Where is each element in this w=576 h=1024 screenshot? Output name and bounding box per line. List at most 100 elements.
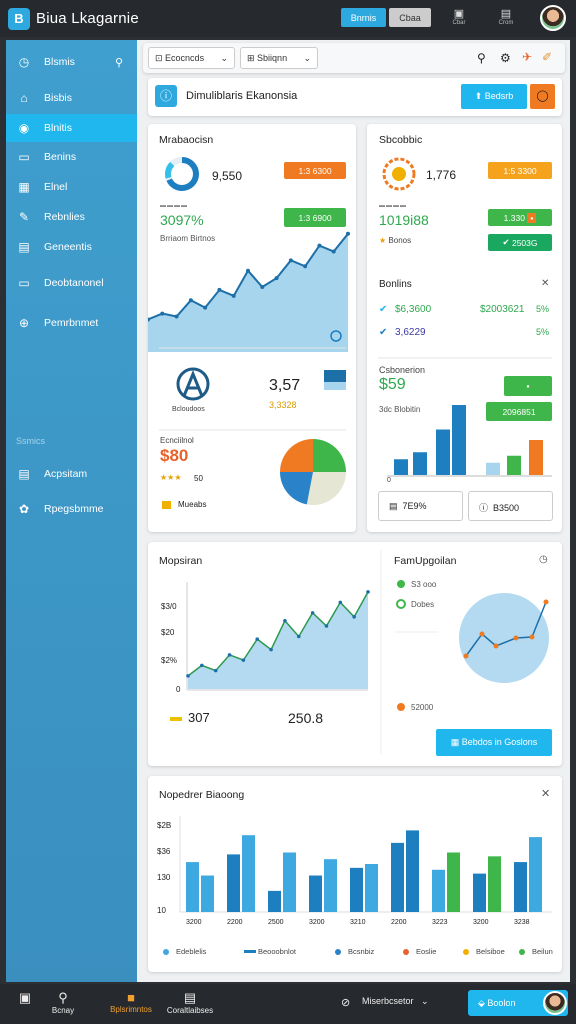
gear-icon: ✿ xyxy=(18,502,30,516)
bottom-item-search[interactable]: ⚲ Bcnay xyxy=(38,990,88,1015)
clock-icon: ◷ xyxy=(18,55,30,69)
legend-label: Edeblelis xyxy=(176,947,207,956)
grid-icon: ▤ xyxy=(18,240,30,254)
gear-icon[interactable]: ⚙ xyxy=(500,51,511,65)
logo-sub: 3,3328 xyxy=(269,400,297,410)
metric-pill-green[interactable]: 1:3 6900 xyxy=(284,208,346,227)
sidebar-item-label: Benins xyxy=(44,151,77,163)
record-icon[interactable]: ◯ xyxy=(530,84,555,109)
filter-dropdown-1[interactable]: ⊡ Ecocncds ⌄ xyxy=(148,47,235,69)
main-content: ⊡ Ecocncds ⌄ ⊞ Sbiiqnn ⌄ ⚲ ⚙ ✈ ✐ ⓘ Dimulib… xyxy=(137,40,570,982)
sidebar-item-label: Pemrbnmet xyxy=(44,317,99,329)
sidebar-item-4[interactable]: ▭ Benins xyxy=(6,143,137,171)
data-point xyxy=(352,615,356,619)
data-point xyxy=(310,611,315,615)
search-icon[interactable]: ⚲ xyxy=(115,56,123,69)
y-tick: 0 xyxy=(176,685,181,694)
metric-caption: ▬▬▬▬ xyxy=(160,203,188,209)
x-tick: 2500 xyxy=(268,919,284,926)
metric-pill-green[interactable]: 1.330 ▪ xyxy=(488,209,552,226)
legend-label: Beilun xyxy=(532,947,553,956)
close-icon[interactable]: ✕ xyxy=(541,278,549,289)
bar xyxy=(201,875,214,912)
bar xyxy=(514,862,527,912)
calendar-icon-label: Crom xyxy=(498,20,514,26)
data-point xyxy=(200,663,204,668)
bottom-item-active[interactable]: ■ Bplsrimntos xyxy=(106,990,156,1014)
bottom-item-table[interactable]: ▤ Coraltlaibses xyxy=(160,990,220,1015)
bar xyxy=(309,875,322,912)
legend-swatch xyxy=(463,949,469,955)
legend-swatch xyxy=(170,717,182,721)
stat-pill[interactable]: 2096851 xyxy=(486,402,552,421)
clock-icon[interactable]: ◷ xyxy=(539,554,548,565)
check-icon: ✔ xyxy=(502,237,512,247)
filter-label: Sbiiqnn xyxy=(257,53,288,63)
rocket-icon[interactable]: ✈ xyxy=(522,50,532,64)
user-avatar[interactable] xyxy=(543,991,567,1015)
legend-label: Bcsnbiz xyxy=(348,947,375,956)
monitor-icon: ▭ xyxy=(18,276,30,290)
trend-area-chart xyxy=(186,590,370,689)
data-point xyxy=(188,298,193,303)
topbar-primary-button[interactable]: Bnrnis xyxy=(341,8,386,27)
bar xyxy=(507,455,521,475)
legend-swatch xyxy=(335,949,341,955)
pie-slice xyxy=(313,439,346,472)
data-point xyxy=(338,600,343,605)
topbar-secondary-button[interactable]: Cbaa xyxy=(389,8,431,27)
metric-pill-teal[interactable]: ✔ 2503G xyxy=(488,234,552,251)
sidebar: ◷ Blsmis ⚲ ⌂ Bisbis ◉ Blnitis ▭ Benins ▦ Elnel… xyxy=(6,40,137,982)
sidebar-section-label: Ssmics xyxy=(16,436,45,446)
sidebar-item-5[interactable]: ▦ Elnel xyxy=(6,173,137,201)
search-icon[interactable]: ⚲ xyxy=(477,51,486,65)
sidebar-item-1[interactable]: ◷ Blsmis ⚲ xyxy=(6,48,137,76)
metric-pill-orange[interactable]: 1:5 3300 xyxy=(488,162,552,179)
check-circle-icon: ✔ xyxy=(379,327,388,338)
search-icon: ⚲ xyxy=(58,990,68,1005)
app-logo[interactable]: B xyxy=(8,7,30,30)
tool-icon: ✎ xyxy=(18,210,30,224)
sidebar-item-2[interactable]: ⌂ Bisbis xyxy=(6,84,137,112)
bottom-dropdown[interactable]: Miserbcsetor ⌄ xyxy=(362,996,429,1007)
dropdown-label: Miserbcsetor xyxy=(362,996,414,1006)
legend-swatch xyxy=(519,949,525,955)
sidebar-item-9[interactable]: ⊕ Pemrbnmet xyxy=(6,309,137,337)
calendar-icon[interactable]: ▤ Crom xyxy=(495,7,517,29)
data-point xyxy=(479,631,485,637)
x-tick: 3210 xyxy=(350,919,366,926)
banner-button[interactable]: ⬆ Bedsrb xyxy=(461,84,527,109)
user-avatar[interactable] xyxy=(540,5,566,31)
sidebar-item-10[interactable]: ▤ Acpsitam xyxy=(6,460,137,488)
footer-box-1[interactable]: ▤ 7E9% xyxy=(378,491,463,521)
footer-box-2[interactable]: ⓘ B3500 xyxy=(468,491,553,521)
bar xyxy=(488,856,501,912)
stars-count: 50 xyxy=(194,474,203,483)
sidebar-item-6[interactable]: ✎ Rebnlies xyxy=(6,203,137,231)
sidebar-item-8[interactable]: ▭ Deobtanonel xyxy=(6,269,137,297)
bottom-item-label: Bcnay xyxy=(51,1006,75,1015)
footer-box-text: 7E9% xyxy=(402,501,427,511)
grid-icon: ▦ xyxy=(450,737,462,747)
data-point xyxy=(213,668,218,673)
pin-icon[interactable]: ✐ xyxy=(542,50,552,64)
layers-icon: ◉ xyxy=(18,121,30,135)
table-icon: ▤ xyxy=(183,990,197,1005)
plus-circle-icon: ⊕ xyxy=(18,316,30,330)
bar xyxy=(413,452,427,475)
flag-icon-lower xyxy=(324,382,346,390)
filter-dropdown-2[interactable]: ⊞ Sbiiqnn ⌄ xyxy=(240,47,318,69)
stat-pill-icon[interactable]: ▪ xyxy=(504,376,552,396)
right-title: FamUpgoilan xyxy=(394,555,457,567)
data-point xyxy=(317,243,322,248)
sidebar-item-label: Blnitis xyxy=(44,122,73,134)
sidebar-item-7[interactable]: ▤ Geneentis xyxy=(6,233,137,261)
sidebar-item-11[interactable]: ✿ Rpegsbmme xyxy=(6,495,137,523)
donut-value: 1,776 xyxy=(426,168,457,182)
card3-action-button[interactable]: ▦ Bebdos in Goslons xyxy=(436,729,552,756)
chat-icon[interactable]: ▣ Cbar xyxy=(448,7,470,29)
metric-pill-orange[interactable]: 1:3 6300 xyxy=(284,162,346,179)
card-bar-chart: Nopedrer Biaoong ✕ $2B $36 130 10 3200 22… xyxy=(148,776,562,972)
sidebar-item-3[interactable]: ◉ Blnitis xyxy=(6,114,137,142)
bar xyxy=(529,440,543,475)
